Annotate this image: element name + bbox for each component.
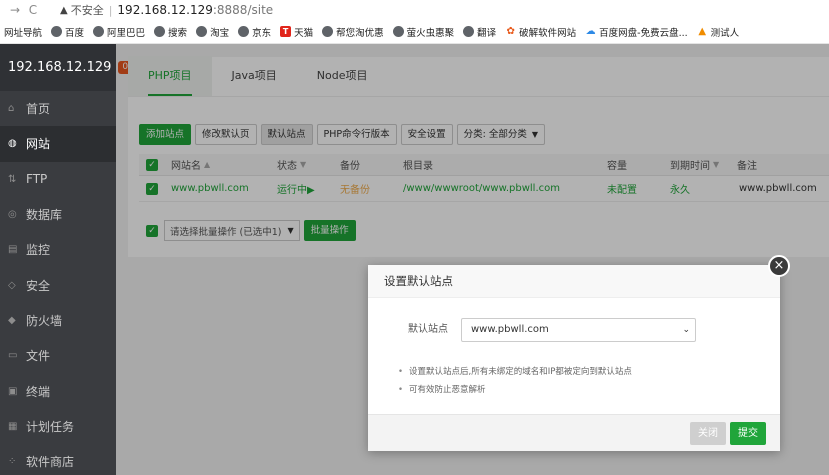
bookmark-item[interactable]: 阿里巴巴 (93, 25, 145, 39)
bookmark-item[interactable]: 百度 (51, 25, 84, 39)
sidebar-item-label: 网站 (26, 137, 51, 152)
globe-icon (322, 26, 334, 37)
bookmark-item[interactable]: ✿ 破解软件网站 (505, 25, 576, 39)
address-divider: | (108, 3, 113, 17)
dialog-title: 设置默认站点 (368, 265, 780, 298)
bookmark-label: 百度网盘-免费云盘... (599, 27, 688, 39)
sidebar-item-label: 数据库 (26, 208, 63, 223)
bookmark-item[interactable]: ▲ 测试人 (697, 25, 740, 39)
sidebar-item-firewall[interactable]: ◆ 防火墙 (0, 303, 116, 338)
cloud-icon: ☁ (585, 26, 596, 37)
bookmark-label: 测试人 (710, 27, 740, 39)
globe-icon (93, 26, 105, 37)
default-site-dialog: 设置默认站点 默认站点 www.pbwll.com ⌄ 设置默认站点后,所有未绑… (368, 265, 780, 451)
home-icon: ⌂ (8, 103, 15, 115)
sidebar-item-label: 终端 (26, 384, 51, 399)
sidebar-item-label: 防火墙 (26, 313, 63, 328)
bookmark-item[interactable]: 网址导航 (4, 25, 42, 39)
security-warning[interactable]: ▲ 不安全 (60, 2, 104, 18)
globe-icon (154, 26, 166, 37)
monitor-icon: ▤ (8, 244, 18, 256)
tip-item: 设置默认站点后,所有未绑定的域名和IP都被定向到默认站点 (398, 363, 632, 381)
url-host: 192.168.12.129 (117, 3, 213, 17)
bookmark-label: 萤火虫惠聚 (406, 27, 455, 39)
ftp-icon: ⇅ (8, 173, 17, 185)
chevron-down-icon: ⌄ (682, 325, 690, 335)
sidebar-item-label: 监控 (26, 243, 51, 258)
server-header[interactable]: 192.168.12.129 0 (0, 44, 133, 91)
bookmark-item[interactable]: 搜索 (154, 25, 187, 39)
url-field[interactable]: 192.168.12.129:8888/site (117, 3, 273, 17)
folder-icon: ▭ (8, 350, 18, 362)
grid-icon: ⁘ (8, 456, 17, 468)
test-icon: ▲ (698, 26, 707, 37)
terminal-icon: ▣ (8, 385, 18, 397)
default-site-select[interactable]: www.pbwll.com ⌄ (461, 318, 696, 342)
sidebar-item-website[interactable]: ◍ 网站 (0, 126, 116, 162)
sidebar-item-label: 文件 (26, 349, 51, 364)
bookmark-label: 淘宝 (210, 27, 230, 39)
calendar-icon: ▦ (8, 420, 18, 432)
forward-arrow-icon[interactable]: → (6, 3, 24, 17)
firewall-icon: ◆ (8, 314, 16, 326)
bookmark-label: 翻译 (477, 27, 497, 39)
url-path: :8888/site (212, 3, 274, 17)
globe-icon (51, 26, 63, 37)
reload-icon[interactable]: C (24, 3, 42, 17)
globe-icon (238, 26, 250, 37)
sidebar-item-database[interactable]: ◎ 数据库 (0, 197, 116, 232)
bookmark-item[interactable]: 帮您淘优惠 (322, 25, 384, 39)
sidebar-item-monitor[interactable]: ▤ 监控 (0, 232, 116, 267)
sidebar-item-store[interactable]: ⁘ 软件商店 (0, 444, 116, 475)
sidebar-item-label: 安全 (26, 278, 51, 293)
globe-icon: ◍ (8, 138, 17, 150)
bookmark-item[interactable]: ☁ 百度网盘-免费云盘... (585, 25, 688, 39)
server-host: 192.168.12.129 (8, 60, 112, 75)
sidebar: 192.168.12.129 0 ⌂ 首页 ◍ 网站 ⇅ FTP ◎ 数据库 ▤ 监控 ◇… (0, 44, 133, 475)
bookmark-label: 网址导航 (4, 27, 43, 39)
sidebar-item-label: 软件商店 (26, 455, 75, 470)
sidebar-item-label: FTP (26, 172, 48, 187)
database-icon: ◎ (8, 209, 17, 221)
warning-triangle-icon: ▲ (60, 4, 68, 16)
sidebar-item-security[interactable]: ◇ 安全 (0, 267, 116, 302)
default-site-form: 默认站点 www.pbwll.com ⌄ (368, 318, 780, 342)
bookmark-item[interactable]: T 天猫 (280, 25, 313, 39)
security-warning-label: 不安全 (70, 4, 104, 17)
bookmark-item[interactable]: 京东 (238, 25, 271, 39)
shield-icon: ◇ (8, 279, 16, 291)
bookmark-label: 搜索 (168, 27, 188, 39)
bookmarks-bar: 网址导航 百度 阿里巴巴 搜索 淘宝 京东 T 天猫 帮您淘优惠 萤火虫惠聚 翻译… (0, 20, 829, 44)
bookmark-label: 帮您淘优惠 (336, 27, 384, 39)
globe-icon (463, 26, 475, 37)
bookmark-item[interactable]: 淘宝 (196, 25, 229, 39)
sidebar-item-terminal[interactable]: ▣ 终端 (0, 373, 116, 408)
bookmark-label: 阿里巴巴 (107, 27, 146, 39)
crack-software-icon: ✿ (506, 26, 515, 37)
sidebar-item-label: 计划任务 (26, 419, 75, 434)
globe-icon (392, 26, 404, 37)
close-button[interactable]: 关闭 (690, 422, 726, 445)
bookmark-label: 百度 (65, 27, 85, 39)
bookmark-item[interactable]: 翻译 (463, 25, 496, 39)
sidebar-item-ftp[interactable]: ⇅ FTP (0, 162, 116, 197)
default-site-value: www.pbwll.com (471, 324, 549, 335)
bookmark-label: 京东 (252, 27, 272, 39)
sidebar-item-cron[interactable]: ▦ 计划任务 (0, 409, 116, 444)
dialog-tips: 设置默认站点后,所有未绑定的域名和IP都被定向到默认站点 可有效防止恶意解析 (398, 363, 632, 399)
tmall-icon: T (280, 26, 292, 37)
default-site-label: 默认站点 (408, 324, 448, 335)
tip-item: 可有效防止恶意解析 (398, 381, 632, 399)
dialog-footer: 关闭 提交 (368, 414, 780, 451)
sidebar-item-files[interactable]: ▭ 文件 (0, 338, 116, 373)
bookmark-label: 天猫 (294, 27, 314, 39)
submit-button[interactable]: 提交 (730, 422, 766, 445)
bookmark-item[interactable]: 萤火虫惠聚 (392, 25, 455, 39)
close-icon[interactable]: × (768, 255, 790, 277)
sidebar-item-label: 首页 (26, 102, 51, 117)
browser-address-bar: → C ▲ 不安全 | 192.168.12.129:8888/site (0, 0, 829, 20)
bookmark-label: 破解软件网站 (519, 27, 577, 39)
globe-icon (196, 26, 208, 37)
sidebar-item-home[interactable]: ⌂ 首页 (0, 91, 116, 126)
